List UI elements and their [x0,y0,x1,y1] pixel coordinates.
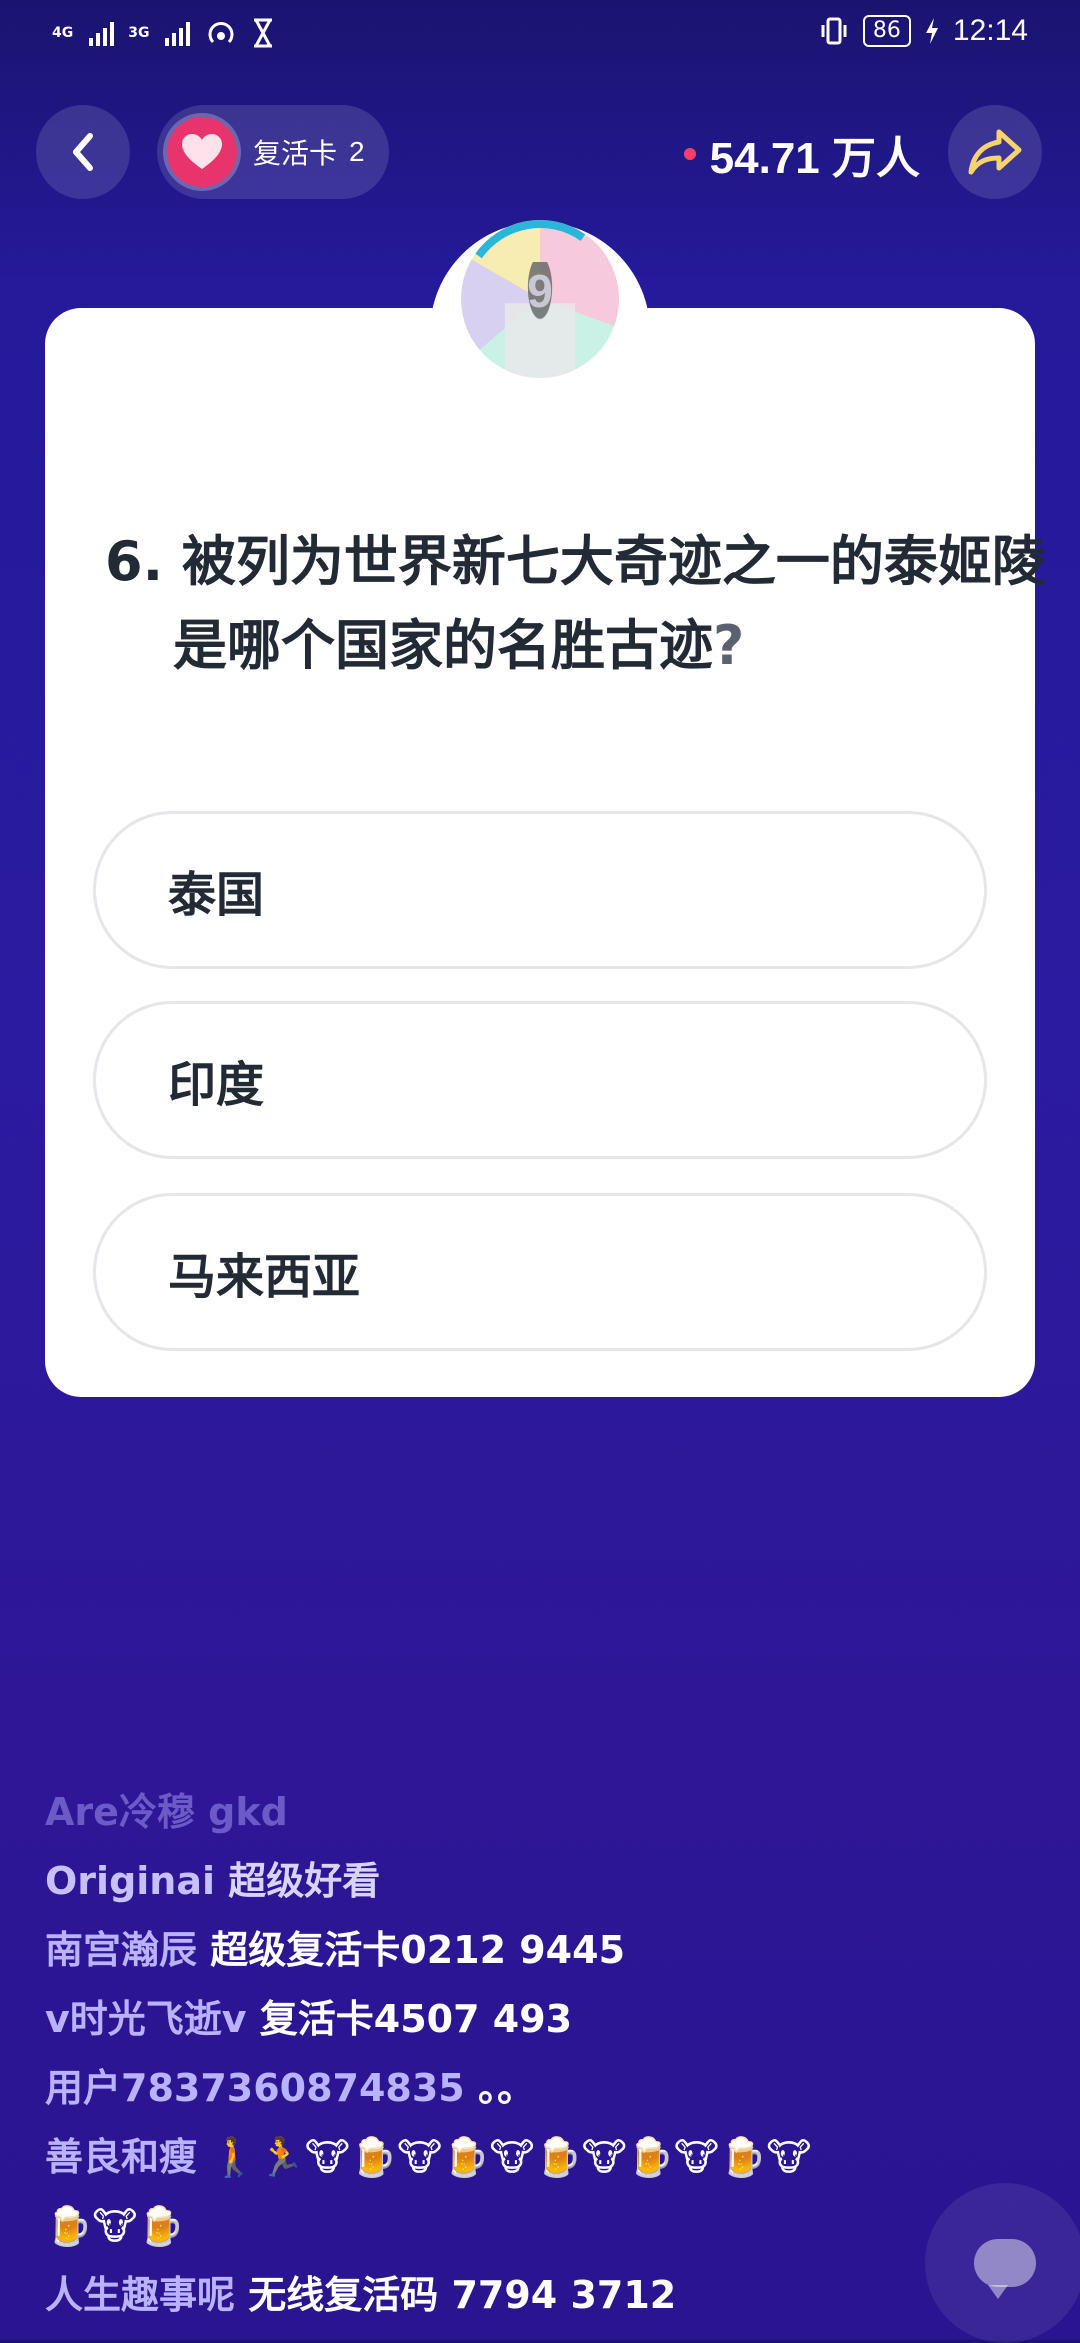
back-button[interactable] [36,105,130,199]
signal-1-icon [89,20,115,46]
clock: 12:14 [952,14,1028,47]
timer-seconds: 9 [527,265,553,317]
answer-option-label: 马来西亚 [168,1249,361,1305]
revive-card-count: 2 [349,136,365,167]
signal-2-icon [165,20,191,46]
answer-option-3[interactable]: 马来西亚 [93,1193,987,1351]
question-body: 被列为世界新七大奇迹之一的泰姬陵是哪个国家的名胜古迹 [173,530,1046,677]
status-left: 4G 3G [52,18,274,48]
question-number: 6. [105,530,164,593]
comment-user: 善良和瘦 [45,2135,198,2179]
answer-option-1[interactable]: 泰国 [93,811,987,969]
answer-option-label: 泰国 [168,867,265,923]
question-text: 6. 被列为世界新七大奇迹之一的泰姬陵是哪个国家的名胜古迹? [105,520,1053,688]
countdown-timer: 9 [461,220,619,378]
comment-message: gkd [208,1790,288,1834]
comment-message: 复活卡4507 493 [259,1997,573,2041]
comment-user: v时光飞逝v [45,1997,247,2041]
question-mark: ? [713,614,745,677]
comment-message: 🚶🏃🐮🍺🐮🍺🐮🍺🐮🍺🐮🍺🐮 [210,2135,812,2179]
hotspot-icon [208,22,234,44]
live-dot-icon [683,148,696,160]
hourglass-icon [254,18,273,48]
comment-user: Originai [45,1859,216,1903]
status-bar: 4G 3G 86 12:14 [0,0,1080,72]
comment-item: 善良和瘦 🚶🏃🐮🍺🐮🍺🐮🍺🐮🍺🐮🍺🐮 [45,2123,1045,2192]
viewer-counter: 54.71 万人 [683,122,920,186]
comment-item: 南宫瀚辰 超级复活卡0212 9445 [45,1916,1045,1985]
comment-user: 南宫瀚辰 [45,1928,198,1972]
comment-message: 🍺🐮🍺 [45,2204,185,2248]
share-icon [968,129,1022,175]
vibrate-icon [821,17,847,45]
network-2-label: 3G [128,25,150,41]
chat-icon [974,2239,1036,2299]
heart-badge [167,117,237,187]
revive-card-badge[interactable]: 复活卡 2 [157,105,389,199]
comment-message: 超级复活卡0212 9445 [210,1928,626,1972]
comment-item: Are冷穆 gkd [45,1778,1045,1847]
answer-option-2[interactable]: 印度 [93,1001,987,1159]
comment-item: 用户7837360874835 。。 [45,2054,1045,2123]
share-button[interactable] [948,105,1042,199]
comment-item: 人生趣事呢 无线复活码 7794 3712 [45,2261,1045,2330]
network-1-label: 4G [52,25,74,41]
viewer-count: 54.71 万人 [709,134,920,183]
heart-icon [182,134,222,169]
back-arrow-icon [73,133,93,171]
answer-option-label: 印度 [168,1057,265,1113]
comment-message: 超级好看 [228,1859,381,1903]
charging-icon [925,18,938,44]
chat-button[interactable] [925,2183,1080,2343]
comment-feed: Are冷穆 gkd Originai 超级好看 南宫瀚辰 超级复活卡0212 9… [45,1778,1045,2330]
battery-level: 86 [862,15,911,47]
comment-message: 。。 [477,2066,535,2110]
revive-card-label: 复活卡 [253,138,338,169]
status-right: 86 12:14 [819,14,1028,48]
comment-item: 🍺🐮🍺 [45,2192,1045,2261]
comment-user: 人生趣事呢 [45,2273,236,2317]
comment-user: Are冷穆 [45,1790,195,1834]
comment-item: v时光飞逝v 复活卡4507 493 [45,1985,1045,2054]
comment-message: 无线复活码 7794 3712 [248,2273,677,2317]
comment-user: 用户7837360874835 [45,2066,465,2110]
comment-item: Originai 超级好看 [45,1847,1045,1916]
